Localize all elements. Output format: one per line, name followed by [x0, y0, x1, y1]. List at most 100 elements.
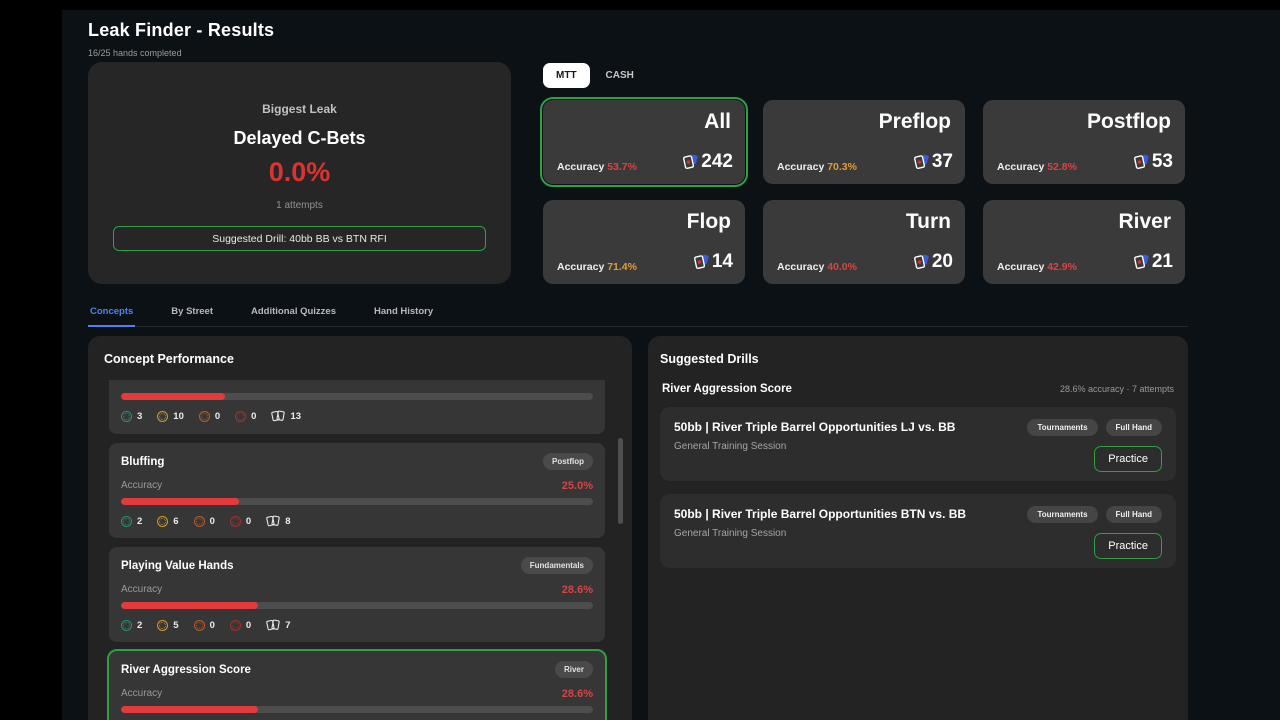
stat-card-hand-count: 37 — [913, 151, 953, 173]
badge-tournaments: Tournaments — [1027, 419, 1097, 436]
accuracy-bar — [121, 706, 593, 713]
stat-card-turn[interactable]: Turn Accuracy 40.0% 20 — [763, 200, 965, 284]
stat-card-postflop[interactable]: Postflop Accuracy 52.8% 53 — [983, 100, 1185, 184]
drill-list: 50bb | River Triple Barrel Opportunities… — [660, 407, 1176, 568]
concept-card-bluffing[interactable]: Bluffing Postflop Accuracy 25.0% 2 6 0 0… — [109, 443, 605, 538]
accuracy-label: Accuracy — [121, 584, 162, 596]
toggle-cash[interactable]: CASH — [596, 63, 644, 88]
gold-chip-icon — [157, 411, 168, 422]
concept-card-partial[interactable]: 3 10 0 0 13 — [109, 380, 605, 434]
practice-button[interactable]: Practice — [1094, 533, 1162, 559]
orange-chip-count: 0 — [210, 516, 215, 527]
accuracy-label: Accuracy — [121, 480, 162, 492]
stat-card-title: Preflop — [879, 110, 951, 134]
stat-card-accuracy: Accuracy 40.0% — [777, 261, 857, 273]
red-chip-icon — [235, 411, 246, 422]
concept-card-playing-value-hands[interactable]: Playing Value Hands Fundamentals Accurac… — [109, 547, 605, 642]
accuracy-label: Accuracy — [121, 688, 162, 700]
concept-card-river-aggression-score[interactable]: River Aggression Score River Accuracy 28… — [109, 651, 605, 720]
biggest-leak-concept: Delayed C-Bets — [233, 128, 365, 149]
concept-title: Playing Value Hands — [121, 560, 233, 572]
tab-hand-history[interactable]: Hand History — [372, 300, 435, 326]
biggest-leak-label: Biggest Leak — [262, 102, 337, 116]
tab-additional-quizzes[interactable]: Additional Quizzes — [249, 300, 338, 326]
biggest-leak-attempts: 1 attempts — [276, 200, 323, 211]
red-chip-count: 0 — [246, 620, 251, 631]
badge-full-hand: Full Hand — [1106, 506, 1162, 523]
badge-full-hand: Full Hand — [1106, 419, 1162, 436]
stat-card-title: Flop — [687, 210, 731, 234]
green-chip-icon — [121, 516, 132, 527]
concept-performance-header: Concept Performance — [104, 352, 616, 366]
orange-chip-count: 0 — [210, 620, 215, 631]
practice-button[interactable]: Practice — [1094, 446, 1162, 472]
playing-card-icon — [682, 153, 698, 171]
stat-card-hand-count: 20 — [913, 251, 953, 273]
drill-subtitle: General Training Session — [674, 528, 1162, 539]
accuracy-value: 28.6% — [562, 584, 593, 596]
hands-completed-text: 16/25 hands completed — [88, 48, 274, 58]
red-chip-count: 0 — [246, 516, 251, 527]
accuracy-value: 28.6% — [562, 688, 593, 700]
stat-card-river[interactable]: River Accuracy 42.9% 21 — [983, 200, 1185, 284]
accuracy-bar — [121, 602, 593, 609]
green-chip-icon — [121, 411, 132, 422]
badge-tournaments: Tournaments — [1027, 506, 1097, 523]
concept-badge: River — [555, 661, 593, 678]
accuracy-bar — [121, 393, 593, 400]
red-chip-icon — [230, 620, 241, 631]
stat-card-flop[interactable]: Flop Accuracy 71.4% 14 — [543, 200, 745, 284]
page-title: Leak Finder - Results — [88, 20, 274, 41]
green-chip-icon — [121, 620, 132, 631]
concept-badge: Postflop — [543, 453, 593, 470]
leak-finder-app: Leak Finder - Results 16/25 hands comple… — [62, 10, 1280, 720]
stat-card-hand-count: 53 — [1133, 151, 1173, 173]
format-toggle: MTT CASH — [543, 63, 644, 88]
stat-card-accuracy: Accuracy 42.9% — [997, 261, 1077, 273]
stat-card-hand-count: 14 — [693, 251, 733, 273]
gold-chip-icon — [157, 516, 168, 527]
stat-card-accuracy: Accuracy 71.4% — [557, 261, 637, 273]
biggest-leak-value: 0.0% — [269, 157, 331, 188]
playing-card-icon — [913, 153, 929, 171]
concept-title: Bluffing — [121, 456, 164, 468]
gold-chip-count: 5 — [173, 620, 178, 631]
drill-card-lj-vs-bb: 50bb | River Triple Barrel Opportunities… — [660, 407, 1176, 481]
stat-card-preflop[interactable]: Preflop Accuracy 70.3% 37 — [763, 100, 965, 184]
biggest-leak-card: Biggest Leak Delayed C-Bets 0.0% 1 attem… — [88, 62, 511, 284]
gold-chip-icon — [157, 620, 168, 631]
hands-count: 8 — [285, 516, 290, 527]
playing-card-icon — [1133, 153, 1149, 171]
stat-card-hand-count: 21 — [1133, 251, 1173, 273]
suggested-drill-button[interactable]: Suggested Drill: 40bb BB vs BTN RFI — [113, 226, 486, 251]
concept-list: 3 10 0 0 13 Bluffing Postflop Accuracy — [109, 380, 605, 720]
hands-count: 7 — [285, 620, 290, 631]
orange-chip-count: 0 — [215, 411, 220, 422]
drill-card-btn-vs-bb: 50bb | River Triple Barrel Opportunities… — [660, 494, 1176, 568]
drill-subtitle: General Training Session — [674, 441, 1162, 452]
orange-chip-icon — [194, 516, 205, 527]
concept-list-scrollbar[interactable] — [618, 438, 623, 524]
concept-performance-panel: Concept Performance 3 10 0 0 13 — [88, 336, 632, 720]
red-chip-icon — [230, 516, 241, 527]
accuracy-bar — [121, 498, 593, 505]
results-tabs: Concepts By Street Additional Quizzes Ha… — [88, 300, 1188, 327]
toggle-mtt[interactable]: MTT — [543, 63, 590, 88]
green-chip-count: 2 — [137, 620, 142, 631]
tab-concepts[interactable]: Concepts — [88, 300, 135, 327]
stat-card-title: All — [704, 110, 731, 134]
stat-card-accuracy: Accuracy 52.8% — [997, 161, 1077, 173]
drill-concept-title: River Aggression Score — [662, 383, 792, 395]
page-header: Leak Finder - Results 16/25 hands comple… — [88, 20, 274, 58]
stat-card-all[interactable]: All Accuracy 53.7% 242 — [543, 100, 745, 184]
green-chip-count: 3 — [137, 411, 142, 422]
street-stat-grid: All Accuracy 53.7% 242 Preflop Accuracy … — [543, 100, 1186, 284]
hands-count: 13 — [290, 411, 301, 422]
green-chip-count: 2 — [137, 516, 142, 527]
stat-card-title: Postflop — [1087, 110, 1171, 134]
stat-card-accuracy: Accuracy 70.3% — [777, 161, 857, 173]
suggested-drills-header: Suggested Drills — [660, 352, 1176, 366]
concept-badge: Fundamentals — [521, 557, 593, 574]
hand-of-cards-icon — [266, 514, 280, 528]
tab-by-street[interactable]: By Street — [169, 300, 215, 326]
